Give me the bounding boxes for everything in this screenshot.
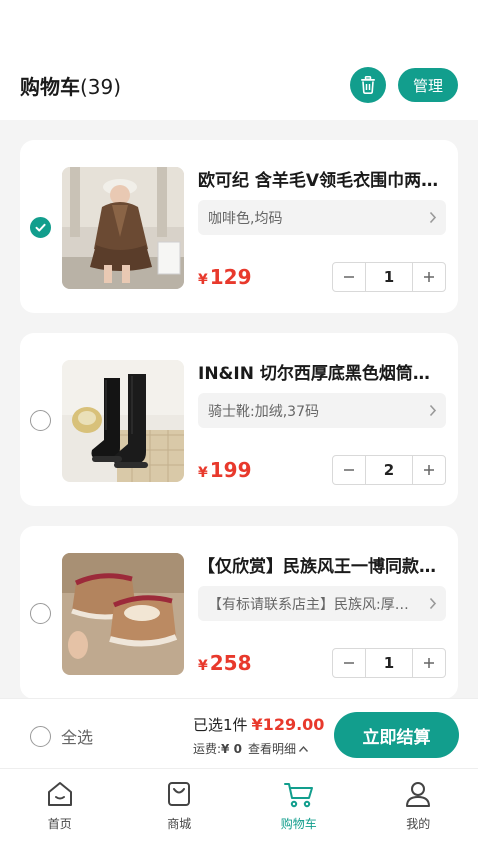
product-title[interactable]: 【仅欣赏】民族风王一博同款雪地靴 (198, 552, 446, 577)
item-checkbox[interactable] (30, 603, 51, 624)
quantity-value[interactable]: 2 (365, 456, 413, 484)
product-spec-text: 骑士靴:加绒,37码 (208, 403, 319, 420)
total-price: ¥129.00 (251, 715, 325, 734)
view-details-link[interactable]: 查看明细 (248, 740, 296, 757)
page-header: 购物车(39) 管理 (0, 50, 478, 120)
increase-button[interactable] (413, 456, 445, 484)
price-value: 258 (209, 651, 252, 675)
boots-photo (62, 360, 184, 482)
selected-summary: 已选1件 ¥129.00 (193, 714, 324, 735)
chevron-right-icon (429, 404, 437, 417)
tab-label: 购物车 (280, 817, 317, 831)
checkout-summary: 已选1件 ¥129.00 运费: ¥ 0 查看明细 (193, 714, 324, 757)
product-price: ¥129 (198, 265, 252, 289)
checkmark-icon (35, 223, 46, 232)
page-title-text: 购物车 (20, 74, 80, 99)
checkout-bar: 全选 已选1件 ¥129.00 运费: ¥ 0 查看明细 立即结算 (0, 698, 478, 768)
chevron-right-icon (429, 211, 437, 224)
manage-button[interactable]: 管理 (397, 68, 458, 102)
price-currency: ¥ (198, 465, 208, 481)
price-value: 129 (209, 265, 252, 289)
select-all-checkbox[interactable] (30, 725, 51, 747)
product-image[interactable] (62, 553, 184, 675)
decrease-button[interactable] (333, 456, 365, 484)
page-title: 购物车(39) (20, 71, 121, 100)
product-image[interactable] (62, 167, 184, 289)
selected-count: 已选1件 (193, 716, 248, 734)
tab-label: 首页 (47, 817, 72, 831)
product-spec-text: 咖啡色,均码 (208, 210, 283, 227)
product-title[interactable]: 欧可纪 含羊毛V领毛衣围巾两件套女2023年秋冬新款 (198, 166, 446, 191)
product-price: ¥258 (198, 651, 252, 675)
chevron-up-icon[interactable] (298, 745, 309, 753)
shipping-row: 运费: ¥ 0 查看明细 (193, 740, 324, 757)
product-image[interactable] (62, 360, 184, 482)
bottom-tab-bar: 首页 商城 购物车 我的 (0, 768, 478, 850)
snow-boots-photo (62, 553, 184, 675)
profile-icon (406, 782, 431, 807)
decrease-button[interactable] (333, 649, 365, 677)
cart-count: (39) (80, 74, 122, 99)
tab-label: 商城 (167, 817, 192, 831)
cart-item[interactable]: 欧可纪 含羊毛V领毛衣围巾两件套女2023年秋冬新款 咖啡色,均码 ¥129 1 (20, 140, 458, 313)
shipping-value: ¥ 0 (221, 741, 242, 756)
item-checkbox[interactable] (30, 217, 51, 238)
scarf-sweater-photo (62, 167, 184, 289)
product-spec-selector[interactable]: 【有标请联系店主】民族风:厚底,38码 (198, 586, 446, 621)
minus-icon (344, 469, 354, 471)
tab-cart[interactable]: 购物车 (239, 769, 359, 850)
chevron-right-icon (429, 597, 437, 610)
shipping-label: 运费: (193, 742, 222, 756)
header-actions: 管理 (349, 67, 458, 103)
cart-item[interactable]: 【仅欣赏】民族风王一博同款雪地靴 【有标请联系店主】民族风:厚底,38码 ¥25… (20, 526, 458, 698)
select-all[interactable]: 全选 (30, 724, 93, 748)
shop-bag-icon (168, 782, 191, 806)
status-bar (0, 0, 478, 50)
cart-item[interactable]: IN&IN 切尔西厚底黑色烟筒靴女 骑士靴:加绒,37码 ¥199 2 (20, 333, 458, 506)
plus-icon (424, 272, 434, 282)
minus-icon (344, 662, 354, 664)
quantity-stepper: 1 (332, 262, 446, 292)
home-icon (47, 782, 72, 806)
price-value: 199 (209, 458, 252, 482)
plus-icon (424, 465, 434, 475)
tab-profile[interactable]: 我的 (359, 769, 478, 850)
price-currency: ¥ (198, 272, 208, 288)
product-title[interactable]: IN&IN 切尔西厚底黑色烟筒靴女 (198, 359, 446, 384)
select-all-label: 全选 (61, 728, 94, 747)
product-spec-selector[interactable]: 咖啡色,均码 (198, 200, 446, 235)
product-spec-text: 【有标请联系店主】民族风:厚底,38码 (208, 596, 418, 613)
tab-label: 我的 (406, 817, 431, 831)
decrease-button[interactable] (333, 263, 365, 291)
checkout-button[interactable]: 立即结算 (334, 712, 459, 758)
cart-list[interactable]: 欧可纪 含羊毛V领毛衣围巾两件套女2023年秋冬新款 咖啡色,均码 ¥129 1 (0, 120, 478, 698)
plus-icon (424, 658, 434, 668)
price-currency: ¥ (198, 658, 208, 674)
item-checkbox[interactable] (30, 410, 51, 431)
minus-icon (344, 276, 354, 278)
increase-button[interactable] (413, 649, 445, 677)
increase-button[interactable] (413, 263, 445, 291)
tab-home[interactable]: 首页 (0, 769, 120, 850)
tab-shop[interactable]: 商城 (120, 769, 240, 850)
quantity-value[interactable]: 1 (365, 263, 413, 291)
quantity-stepper: 2 (332, 455, 446, 485)
product-price: ¥199 (198, 458, 252, 482)
quantity-stepper: 1 (332, 648, 446, 678)
trash-icon (360, 76, 375, 94)
quantity-value[interactable]: 1 (365, 649, 413, 677)
product-spec-selector[interactable]: 骑士靴:加绒,37码 (198, 393, 446, 428)
delete-button[interactable] (349, 67, 386, 103)
cart-icon (283, 783, 313, 808)
